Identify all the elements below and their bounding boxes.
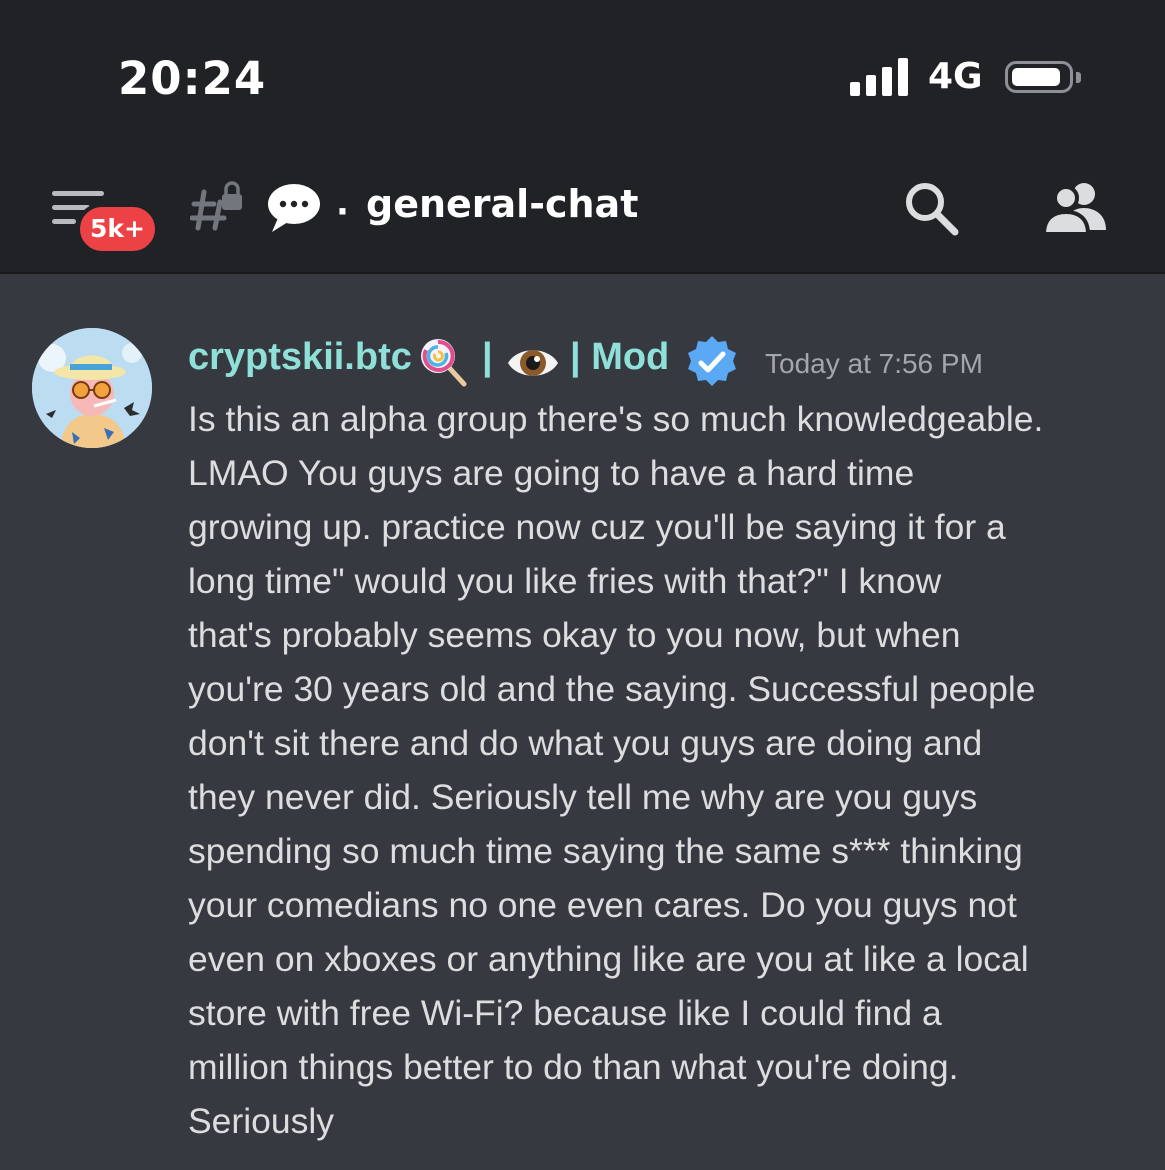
network-type: 4G	[928, 56, 983, 97]
message-body: Is this an alpha group there's so much k…	[188, 399, 1044, 1141]
status-bar: 20:24 4G	[0, 0, 1165, 150]
status-time: 20:24	[118, 52, 267, 105]
search-icon[interactable]	[903, 180, 961, 238]
battery-icon	[1005, 61, 1081, 93]
locked-hash-icon	[189, 180, 246, 232]
avatar[interactable]	[32, 328, 152, 448]
members-icon[interactable]	[1041, 180, 1108, 236]
channel-header: 5k+ · general-chat	[0, 150, 1165, 274]
discord-app: 20:24 4G 5k+ · general-chat cryptskii.bt…	[0, 0, 1165, 1170]
role-label[interactable]: | Mod	[570, 336, 669, 379]
lollipop-icon	[418, 336, 470, 388]
role-separator: |	[482, 336, 493, 378]
chat-message: cryptskii.btc | | Mod Today at 7:56 PM I…	[0, 274, 1165, 1170]
username[interactable]: cryptskii.btc	[188, 336, 412, 379]
message-header: cryptskii.btc | | Mod Today at 7:56 PM	[188, 332, 1148, 392]
battery-level	[1012, 68, 1060, 86]
speech-bubble-icon	[266, 182, 322, 234]
message-timestamp: Today at 7:56 PM	[765, 348, 983, 379]
verified-icon	[684, 334, 740, 390]
notification-badge[interactable]: 5k+	[76, 203, 159, 255]
eye-icon	[506, 340, 560, 386]
signal-strength-icon	[850, 58, 912, 96]
channel-separator: ·	[336, 192, 349, 232]
channel-name[interactable]: general-chat	[366, 182, 638, 226]
